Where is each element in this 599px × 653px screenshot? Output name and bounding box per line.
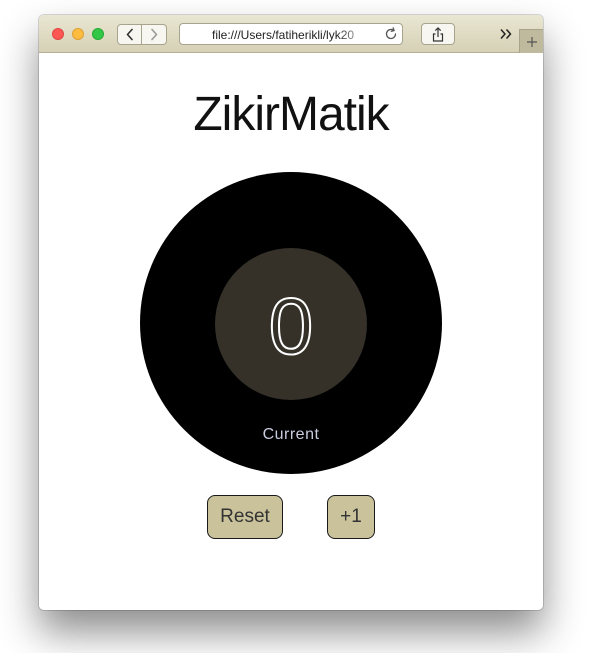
- counter-value: 0: [269, 282, 314, 371]
- double-chevron-right-icon: [500, 29, 512, 39]
- chevron-left-icon: [126, 28, 133, 41]
- reset-button[interactable]: Reset: [207, 495, 283, 539]
- address-bar[interactable]: file:///Users/fatiherikli/lyk20: [179, 23, 403, 45]
- minimize-window-button[interactable]: [72, 28, 84, 40]
- plus-icon: [526, 36, 537, 47]
- chevron-right-icon: [151, 28, 158, 41]
- url-text: file:///Users/fatiherikli/lyk20: [212, 28, 355, 42]
- share-button[interactable]: [421, 23, 455, 45]
- counter-svg: 0: [268, 281, 315, 372]
- increment-button[interactable]: +1: [327, 495, 375, 539]
- page-title: ZikirMatik: [193, 88, 389, 141]
- forward-button[interactable]: [142, 24, 167, 45]
- reload-icon[interactable]: [384, 27, 398, 41]
- counter-label: Current: [262, 426, 320, 443]
- more-button[interactable]: [498, 26, 514, 42]
- new-tab-button[interactable]: [519, 29, 543, 53]
- counter-display: 0: [215, 248, 367, 400]
- page-content: ZikirMatik 0 Current Reset +1: [39, 53, 543, 610]
- zoom-window-button[interactable]: [92, 28, 104, 40]
- browser-window: file:///Users/fatiherikli/lyk20 ZikirMat…: [39, 15, 543, 610]
- back-button[interactable]: [117, 24, 142, 45]
- counter-dial: 0 Current: [140, 172, 442, 474]
- share-icon: [432, 26, 444, 42]
- browser-toolbar: file:///Users/fatiherikli/lyk20: [39, 15, 543, 53]
- close-window-button[interactable]: [52, 28, 64, 40]
